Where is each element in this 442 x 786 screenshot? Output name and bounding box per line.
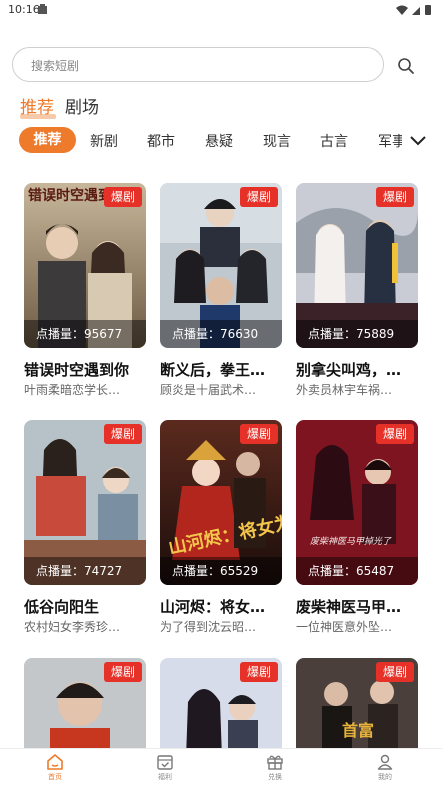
home-icon bbox=[47, 754, 63, 770]
drama-desc: 农村妇女李秀珍… bbox=[24, 620, 121, 634]
category-pill-recommend[interactable]: 推荐 bbox=[19, 127, 76, 153]
nav-redeem-label: 兑换 bbox=[268, 773, 282, 781]
search-input[interactable]: 搜索短剧 bbox=[12, 47, 384, 82]
drama-poster[interactable]: 废柴神医马甲掉光了 爆剧 点播量：65487 bbox=[296, 420, 418, 585]
status-time: 10:16 bbox=[8, 3, 40, 16]
drama-title: 低谷向阳生 bbox=[24, 598, 100, 616]
calendar-check-icon bbox=[157, 755, 173, 770]
drama-poster[interactable]: 山河烬：将女为凰 爆剧 点播量：65529 bbox=[160, 420, 282, 585]
hot-badge: 爆剧 bbox=[104, 424, 142, 444]
notification-icon bbox=[38, 4, 47, 14]
hot-badge: 爆剧 bbox=[376, 424, 414, 444]
drama-title: 别拿尖叫鸡，… bbox=[296, 361, 402, 379]
nav-mine-label: 我的 bbox=[378, 773, 392, 781]
hot-badge: 爆剧 bbox=[376, 662, 414, 682]
nav-home-label: 首页 bbox=[48, 773, 62, 781]
tab-recommend[interactable]: 推荐 bbox=[20, 93, 54, 118]
poster-title-text: 首富 bbox=[342, 721, 374, 740]
bottom-nav: 首页 福利 兑换 我的 bbox=[0, 748, 442, 786]
category-expand[interactable] bbox=[402, 127, 436, 153]
category-ancient-romance[interactable]: 古言 bbox=[320, 131, 348, 151]
play-count: 点播量：65487 bbox=[296, 557, 418, 585]
drama-desc: 叶雨柔暗恋学长… bbox=[24, 383, 121, 397]
drama-desc: 一位神医意外坠… bbox=[296, 620, 393, 634]
play-count: 点播量：74727 bbox=[24, 557, 146, 585]
nav-redeem[interactable]: 兑换 bbox=[245, 753, 305, 785]
drama-poster[interactable]: 爆剧 点播量：75889 bbox=[296, 183, 418, 348]
play-count: 点播量：75889 bbox=[296, 320, 418, 348]
drama-title: 山河烬：将女… bbox=[160, 598, 266, 616]
category-row: 推荐 新剧 都市 悬疑 现言 古言 军事 bbox=[0, 124, 442, 156]
category-new[interactable]: 新剧 bbox=[90, 131, 118, 151]
category-modern-romance[interactable]: 现言 bbox=[263, 131, 291, 151]
wifi-battery-icon bbox=[396, 5, 431, 15]
hot-badge: 爆剧 bbox=[104, 187, 142, 207]
drama-poster[interactable]: 错误时空遇到你 爆剧 点播量：95677 bbox=[24, 183, 146, 348]
nav-mine[interactable]: 我的 bbox=[355, 753, 415, 785]
user-icon bbox=[377, 754, 393, 770]
play-count: 点播量：65529 bbox=[160, 557, 282, 585]
tab-theater[interactable]: 剧场 bbox=[65, 93, 99, 118]
category-urban[interactable]: 都市 bbox=[147, 131, 175, 151]
status-bar: 10:16 bbox=[0, 0, 442, 20]
chevron-down-icon bbox=[410, 136, 426, 146]
hot-badge: 爆剧 bbox=[376, 187, 414, 207]
hot-badge: 爆剧 bbox=[240, 424, 278, 444]
search-placeholder: 搜索短剧 bbox=[31, 59, 80, 73]
poster-title-text: 废柴神医马甲掉光了 bbox=[310, 536, 392, 547]
gift-icon bbox=[267, 755, 283, 770]
drama-poster[interactable]: 爆剧 点播量：76630 bbox=[160, 183, 282, 348]
nav-welfare-label: 福利 bbox=[158, 773, 172, 781]
drama-title: 废柴神医马甲… bbox=[296, 598, 402, 616]
category-suspense[interactable]: 悬疑 bbox=[205, 131, 233, 151]
nav-welfare[interactable]: 福利 bbox=[135, 753, 195, 785]
hot-badge: 爆剧 bbox=[240, 662, 278, 682]
drama-title: 错误时空遇到你 bbox=[24, 361, 130, 379]
drama-title: 断义后，拳王… bbox=[160, 361, 266, 379]
drama-desc: 为了得到沈云昭… bbox=[160, 620, 257, 634]
drama-desc: 顾炎是十届武术… bbox=[160, 383, 257, 397]
drama-poster[interactable]: 爆剧 点播量：74727 bbox=[24, 420, 146, 585]
search-icon[interactable] bbox=[394, 54, 418, 78]
play-count: 点播量：95677 bbox=[24, 320, 146, 348]
nav-home[interactable]: 首页 bbox=[25, 753, 85, 785]
play-count: 点播量：76630 bbox=[160, 320, 282, 348]
drama-desc: 外卖员林宇车祸… bbox=[296, 383, 393, 397]
hot-badge: 爆剧 bbox=[104, 662, 142, 682]
hot-badge: 爆剧 bbox=[240, 187, 278, 207]
